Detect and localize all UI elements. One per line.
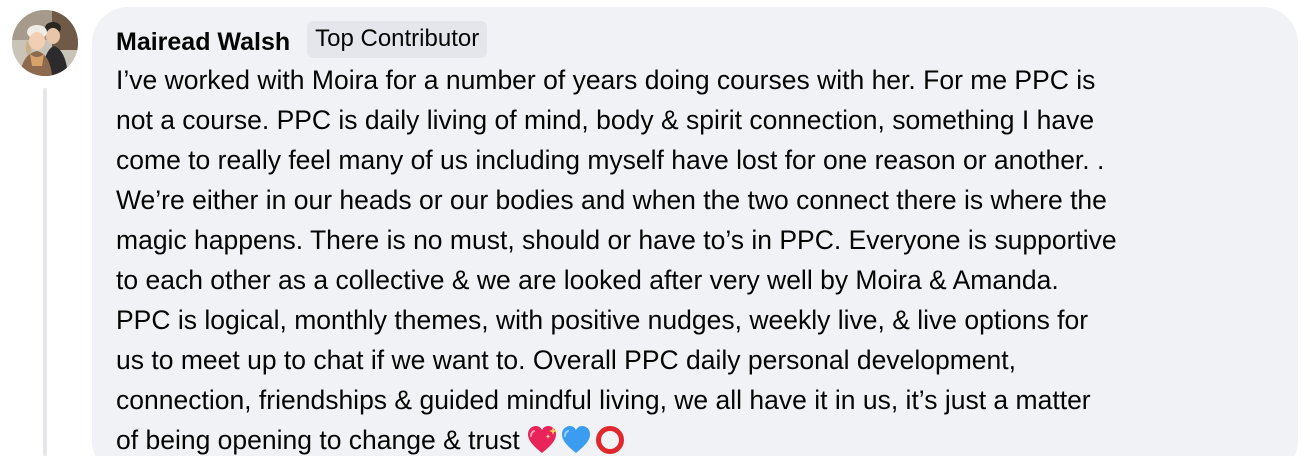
- comment-line: not a course. PPC is daily living of min…: [116, 105, 1095, 135]
- comment-thread: Mairead Walsh Top Contributor I’ve worke…: [0, 0, 1310, 456]
- blue-heart-icon: [560, 425, 592, 456]
- comment-last-line: of being opening to change & trust: [116, 420, 1288, 456]
- comment-line: We’re either in our heads or our bodies …: [116, 185, 1107, 215]
- comment-line: come to really feel many of us including…: [116, 145, 1105, 175]
- comment-text: I’ve worked with Moira for a number of y…: [116, 60, 1288, 456]
- comment-header: Mairead Walsh Top Contributor: [116, 19, 1278, 59]
- comment-line-text: of being opening to change & trust: [116, 425, 520, 455]
- comment-line: I’ve worked with Moira for a number of y…: [116, 65, 1096, 95]
- avatar-photo: [12, 10, 78, 76]
- sparkling-heart-icon: [526, 425, 558, 456]
- hollow-red-circle-icon: [594, 425, 626, 456]
- comment-line: connection, friendships & guided mindful…: [116, 385, 1091, 415]
- thread-line: [43, 88, 47, 456]
- comment-bubble: Mairead Walsh Top Contributor I’ve worke…: [92, 7, 1298, 456]
- comment-line: to each other as a collective & we are l…: [116, 265, 1059, 295]
- avatar[interactable]: [12, 10, 78, 76]
- author-name[interactable]: Mairead Walsh: [116, 21, 290, 57]
- comment-line: us to meet up to chat if we want to. Ove…: [116, 345, 1016, 375]
- comment-line: magic happens. There is no must, should …: [116, 225, 1117, 255]
- comment-line: PPC is logical, monthly themes, with pos…: [116, 305, 1089, 335]
- top-contributor-badge[interactable]: Top Contributor: [307, 20, 488, 58]
